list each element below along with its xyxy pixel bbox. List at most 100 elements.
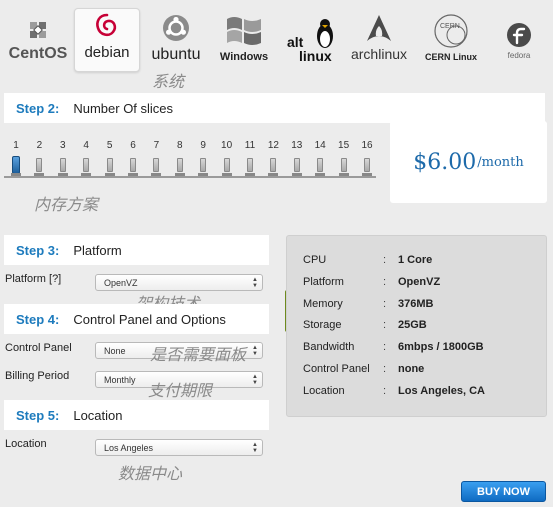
debian-swirl-icon xyxy=(93,11,121,41)
summary-row: Platform: OpenVZ xyxy=(303,276,440,290)
summary-separator: : xyxy=(383,319,387,332)
slider-tick-mark[interactable] xyxy=(153,158,160,172)
slider-tick-mark[interactable] xyxy=(176,158,183,172)
summary-separator: : xyxy=(383,363,387,375)
slider-tick-foot xyxy=(245,173,255,176)
centos-logo-icon xyxy=(27,17,49,43)
price-period: /month xyxy=(477,154,524,170)
platform-select[interactable]: OpenVZ ▲ ▼ xyxy=(95,274,263,291)
summary-separator: : xyxy=(383,384,387,397)
slider-tick-mark[interactable] xyxy=(293,158,300,172)
slider-tick-mark[interactable] xyxy=(106,158,113,172)
slider-tick-label[interactable]: 14 xyxy=(310,140,330,151)
windows-flag-icon xyxy=(223,13,265,49)
os-option-fedora[interactable]: fedora xyxy=(498,8,540,72)
summary-value: 1 Core xyxy=(398,254,433,266)
annotation-panel-needed: 是否需要面板 xyxy=(150,345,247,364)
slider-tick-mark[interactable] xyxy=(317,158,324,172)
summary-row: Bandwidth:6mbps / 1800GB xyxy=(303,341,484,355)
os-option-archlinux[interactable]: archlinux xyxy=(346,8,412,72)
slider-tick-foot xyxy=(11,173,21,176)
os-option-alt-linux[interactable]: alt linux xyxy=(284,8,342,72)
step5-header: Step 5: Location xyxy=(4,400,269,430)
slider-tick-label[interactable]: 3 xyxy=(53,140,73,151)
os-label: fedora xyxy=(507,51,531,60)
slider-tick-foot xyxy=(291,173,302,176)
slider-tick-foot xyxy=(315,173,326,176)
slider-tick-label[interactable]: 5 xyxy=(100,140,120,151)
summary-separator: : xyxy=(383,341,387,354)
slider-tick-mark[interactable] xyxy=(83,158,90,172)
os-selector-bar: CentOS debian ubuntu Windows alt linux a… xyxy=(0,0,553,80)
summary-separator: : xyxy=(383,254,387,266)
slider-tick-label[interactable]: 13 xyxy=(287,140,307,151)
slider-tick-label[interactable]: 16 xyxy=(357,140,377,151)
arch-triangle-icon xyxy=(366,13,392,43)
slider-tick-label[interactable]: 11 xyxy=(240,140,260,151)
summary-key: Control Panel xyxy=(303,363,370,375)
os-option-cern-linux[interactable]: CERN CERN Linux xyxy=(420,8,482,72)
slider-tick-mark[interactable] xyxy=(200,158,207,172)
step-number: Step 3: xyxy=(16,242,60,258)
slider-tick-foot xyxy=(221,173,232,176)
slider-tick-label[interactable]: 2 xyxy=(29,140,49,151)
select-arrows-icon: ▲ ▼ xyxy=(252,374,258,386)
slider-tick-foot xyxy=(104,173,115,176)
cern-logo-icon: CERN xyxy=(432,12,470,50)
price-display: $6.00 /month xyxy=(390,121,547,203)
location-label: Location xyxy=(5,438,47,450)
slider-tick-label[interactable]: 1 xyxy=(6,140,26,151)
slider-tick-label[interactable]: 12 xyxy=(263,140,283,151)
os-option-ubuntu[interactable]: ubuntu xyxy=(146,8,206,72)
slider-tick-mark[interactable] xyxy=(223,158,230,172)
svg-text:CERN: CERN xyxy=(440,23,460,30)
slider-tick-label[interactable]: 15 xyxy=(334,140,354,151)
os-label: CentOS xyxy=(8,45,68,62)
summary-value: none xyxy=(398,363,425,375)
summary-value: 6mbps / 1800GB xyxy=(398,341,484,354)
select-arrows-icon: ▲ ▼ xyxy=(252,277,258,289)
slider-rail xyxy=(4,176,376,178)
fedora-logo-icon xyxy=(506,21,532,49)
slider-thumb[interactable] xyxy=(12,156,20,174)
slider-tick-mark[interactable] xyxy=(36,158,43,172)
slider-tick-label[interactable]: 9 xyxy=(193,140,213,151)
os-label: archlinux xyxy=(350,46,408,62)
slider-tick-foot xyxy=(81,173,92,176)
slider-tick-mark[interactable] xyxy=(270,158,277,172)
slider-tick-mark[interactable] xyxy=(130,158,136,172)
slider-tick-foot xyxy=(198,173,209,176)
annotation-memory-plan: 内存方案 xyxy=(34,195,99,214)
summary-value: Los Angeles, CA xyxy=(398,384,485,397)
order-summary-panel: CPU:1 Core Platform: OpenVZ Memory:376MB Sto… xyxy=(286,235,547,417)
slider-tick-mark[interactable] xyxy=(247,158,253,172)
slider-tick-mark[interactable] xyxy=(340,158,347,172)
summary-row: Control Panel: none xyxy=(303,363,424,377)
platform-label: Platform [?] xyxy=(5,273,62,285)
control-panel-label: Control Panel xyxy=(5,342,72,354)
os-label: CERN Linux xyxy=(424,52,477,62)
location-select[interactable]: Los Angeles ▲ ▼ xyxy=(95,439,263,456)
slider-tick-label[interactable]: 8 xyxy=(170,140,190,151)
summary-key: Platform xyxy=(303,275,344,288)
os-option-windows[interactable]: Windows xyxy=(216,8,272,72)
slices-slider[interactable]: 1 2 3 4 5 6 7 8 9 10 11 12 13 14 15 16 xyxy=(4,140,378,185)
slider-tick-label[interactable]: 7 xyxy=(146,140,166,151)
summary-row: Memory:376MB xyxy=(303,298,433,312)
step2-header: Step 2: Number Of slices xyxy=(4,93,545,123)
slider-tick-label[interactable]: 4 xyxy=(76,140,96,151)
step-title: Location xyxy=(73,407,123,423)
step3-header: Step 3: Platform xyxy=(4,235,269,265)
os-option-debian[interactable]: debian xyxy=(74,8,140,72)
slider-tick-label[interactable]: 10 xyxy=(217,140,237,151)
buy-now-button[interactable]: BUY NOW xyxy=(461,481,546,502)
os-label: Windows xyxy=(219,51,269,63)
summary-separator: : xyxy=(383,297,387,310)
slider-tick-label[interactable]: 6 xyxy=(123,140,143,151)
summary-key: CPU xyxy=(303,254,327,266)
price-amount: $6.00 xyxy=(413,149,477,175)
slider-tick-mark[interactable] xyxy=(59,158,66,172)
summary-value: 376MB xyxy=(398,297,434,310)
os-option-centos[interactable]: CentOS xyxy=(4,8,72,72)
slider-tick-mark[interactable] xyxy=(364,158,370,172)
